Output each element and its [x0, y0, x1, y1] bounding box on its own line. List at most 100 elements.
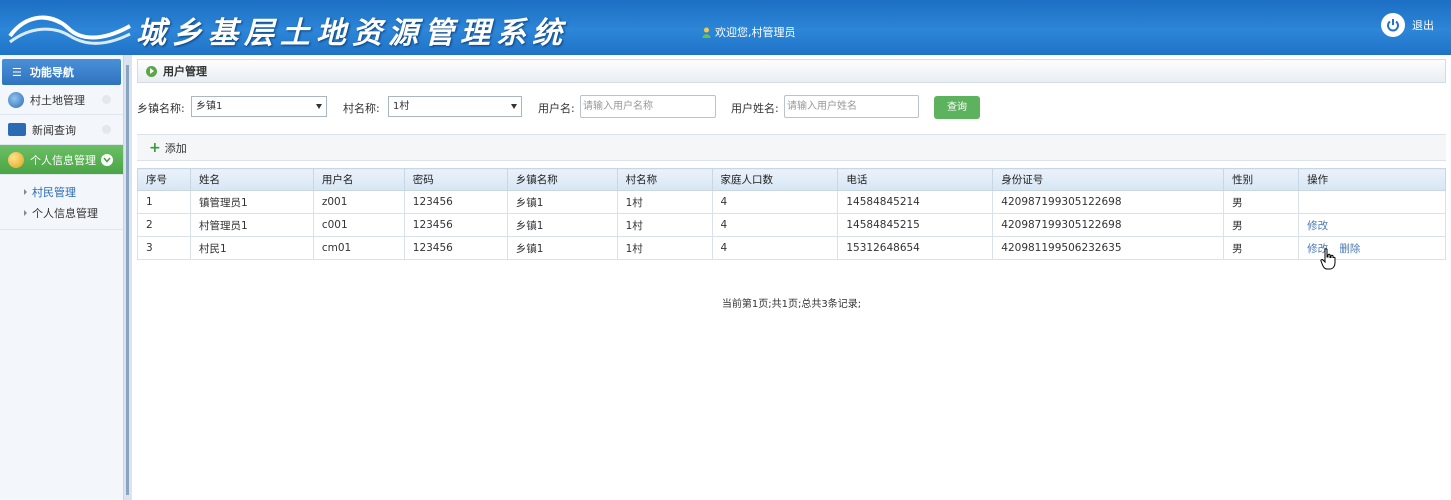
- pagination-info: 当前第1页;共1页;总共3条记录;: [721, 299, 862, 310]
- sidebar-item-personal[interactable]: 个人信息管理: [0, 145, 123, 175]
- table-cell: 15312648654: [837, 236, 994, 260]
- nav-header: ☰ 功能导航: [2, 59, 121, 85]
- table-cell: c001: [312, 213, 405, 237]
- table-cell: 4: [711, 190, 839, 214]
- query-button[interactable]: 查询: [934, 96, 980, 119]
- table-cell: 123456: [403, 236, 508, 260]
- realname-input[interactable]: 请输入用户姓名: [784, 95, 919, 118]
- column-header[interactable]: 家庭人口数: [711, 168, 839, 191]
- sidebar-item-label: 新闻查询: [32, 123, 76, 137]
- village-label: 村名称:: [343, 102, 380, 115]
- table-cell: 123456: [403, 213, 508, 237]
- column-header[interactable]: 乡镇名称: [506, 168, 618, 191]
- column-header[interactable]: 姓名: [189, 168, 314, 191]
- column-header[interactable]: 村名称: [616, 168, 713, 191]
- sidebar-item-news[interactable]: 新闻查询: [0, 115, 123, 145]
- subnav-label: 个人信息管理: [32, 206, 98, 220]
- subnav-item-personal-info[interactable]: 个人信息管理: [0, 202, 123, 223]
- table-cell: 1村: [616, 213, 713, 237]
- table-row: 2 村管理员1 c001 123456 乡镇1 1村 4 14584845215…: [137, 213, 1446, 237]
- logout-button[interactable]: 退出: [1381, 13, 1434, 37]
- delete-link[interactable]: 删除: [1339, 243, 1360, 255]
- column-header[interactable]: 用户名: [312, 168, 405, 191]
- table-row: 3 村民1 cm01 123456 乡镇1 1村 4 15312648654 4…: [137, 236, 1446, 260]
- table-cell: z001: [312, 190, 405, 214]
- table-cell: 4: [711, 213, 839, 237]
- subnav-label: 村民管理: [32, 185, 76, 199]
- toolbar: + 添加: [137, 134, 1446, 161]
- welcome-text: 欢迎您,村管理员: [702, 24, 796, 40]
- dropdown-caret-icon: [316, 104, 322, 109]
- table-cell: 420987199305122698: [992, 190, 1225, 214]
- column-header[interactable]: 序号: [137, 168, 191, 191]
- dropdown-caret-icon: [511, 104, 517, 109]
- table-cell: 男: [1223, 190, 1300, 214]
- news-icon: [8, 123, 26, 136]
- table-cell: 3: [137, 236, 191, 260]
- column-header[interactable]: 电话: [837, 168, 994, 191]
- table-cell: 14584845214: [837, 190, 994, 214]
- main-content: 用户管理 乡镇名称: 乡镇1 村名称: 1村 用户名: 请输入用户名称 用户姓名…: [132, 55, 1451, 500]
- welcome-label: 欢迎您,村管理员: [715, 26, 796, 39]
- town-select[interactable]: 乡镇1: [191, 96, 327, 117]
- table-cell: 1村: [616, 236, 713, 260]
- table-cell: 乡镇1: [506, 236, 618, 260]
- sidebar: ☰ 功能导航 村土地管理 新闻查询 个人信息管理 村民管理 个人信息管理: [0, 55, 124, 500]
- column-header[interactable]: 操作: [1298, 168, 1446, 191]
- app-title: 城乡基层土地资源管理系统: [136, 16, 568, 51]
- splitter-bar: [126, 65, 129, 495]
- edit-link[interactable]: 修改: [1307, 220, 1328, 232]
- subnav-item-villagers[interactable]: 村民管理: [0, 181, 123, 202]
- hand-cursor-icon: [1320, 248, 1336, 270]
- table-cell: 123456: [403, 190, 508, 214]
- panel-splitter[interactable]: [124, 55, 132, 500]
- table-row: 1 镇管理员1 z001 123456 乡镇1 1村 4 14584845214…: [137, 190, 1446, 214]
- add-label: 添加: [164, 141, 187, 155]
- people-icon: [8, 151, 24, 168]
- username-label: 用户名:: [538, 102, 575, 115]
- panel-title-label: 用户管理: [163, 65, 207, 78]
- actions-cell: [1298, 190, 1446, 214]
- realname-label: 用户姓名:: [731, 102, 779, 115]
- sidebar-item-label: 村土地管理: [30, 93, 85, 107]
- table-cell: 男: [1223, 236, 1300, 260]
- table-cell: cm01: [312, 236, 405, 260]
- sidebar-item-label: 个人信息管理: [30, 153, 96, 167]
- table-cell: 420987199305122698: [992, 213, 1225, 237]
- logo-wave-icon: [8, 15, 131, 45]
- panel-title: 用户管理: [137, 59, 1446, 83]
- globe-icon: [8, 91, 24, 108]
- column-header[interactable]: 身份证号: [992, 168, 1225, 191]
- expand-icon: [102, 125, 111, 134]
- add-button[interactable]: + 添加: [149, 140, 187, 156]
- user-table: 序号 姓名 用户名 密码 乡镇名称 村名称 家庭人口数 电话 身份证号 性别 操…: [137, 168, 1446, 260]
- list-icon: ☰: [12, 65, 22, 79]
- sidebar-item-land[interactable]: 村土地管理: [0, 85, 123, 115]
- user-icon: [702, 27, 711, 38]
- town-select-value: 乡镇1: [196, 101, 223, 112]
- expand-icon: [102, 95, 111, 104]
- column-header[interactable]: 性别: [1223, 168, 1300, 191]
- play-icon: [146, 65, 157, 77]
- chevron-down-icon: [101, 154, 113, 166]
- table-cell: 1: [137, 190, 191, 214]
- bullet-icon: [24, 209, 27, 216]
- bullet-icon: [24, 188, 27, 195]
- column-header[interactable]: 密码: [403, 168, 508, 191]
- subnav: 村民管理 个人信息管理: [0, 175, 123, 230]
- table-cell: 2: [137, 213, 191, 237]
- table-cell: 男: [1223, 213, 1300, 237]
- table-cell: 乡镇1: [506, 213, 618, 237]
- table-cell: 乡镇1: [506, 190, 618, 214]
- village-select[interactable]: 1村: [388, 96, 522, 117]
- power-icon: [1381, 13, 1405, 37]
- village-select-value: 1村: [393, 101, 410, 112]
- logout-label: 退出: [1412, 19, 1434, 32]
- table-cell: 村管理员1: [189, 213, 314, 237]
- table-cell: 1村: [616, 190, 713, 214]
- username-input[interactable]: 请输入用户名称: [580, 95, 716, 118]
- nav-title: 功能导航: [29, 66, 74, 79]
- table-cell: 14584845215: [837, 213, 994, 237]
- table-cell: 420981199506232635: [992, 236, 1225, 260]
- table-cell: 4: [711, 236, 839, 260]
